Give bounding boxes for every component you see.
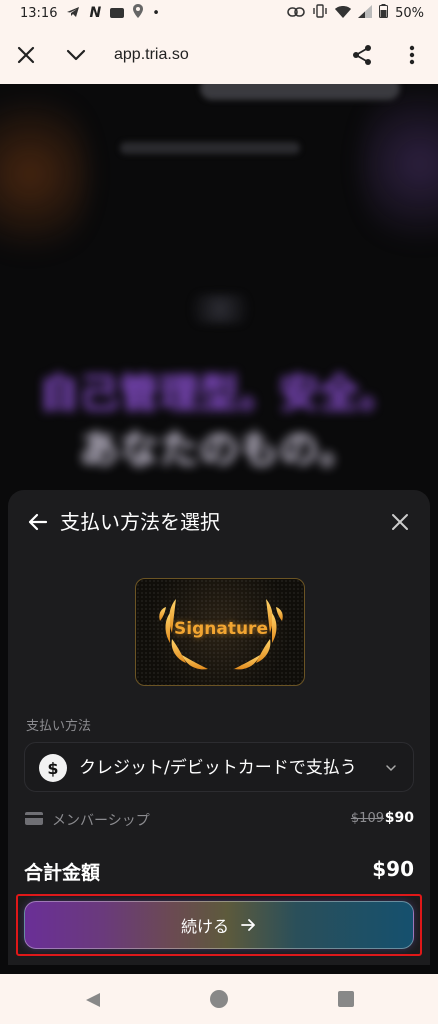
nav-back-icon[interactable] (84, 991, 102, 1009)
bg-headline: 自己管理型。安全。 あなたのもの。 (30, 366, 408, 478)
membership-row: メンバーシップ $109 $90 (24, 808, 414, 830)
signal-icon (358, 4, 373, 22)
bg-glow-left (0, 84, 90, 274)
total-row: 合計金額 $90 (24, 856, 414, 886)
sheet-title: 支払い方法を選択 (60, 510, 220, 534)
dot-icon: • (152, 5, 160, 21)
browser-toolbar: app.tria.so (0, 26, 438, 84)
continue-button[interactable]: 続ける (24, 901, 414, 949)
continue-label: 続ける (180, 917, 229, 936)
payment-method-value: クレジット/デビットカードで支払う (79, 758, 357, 778)
status-bar: 13:16 N • 50% (0, 0, 438, 26)
chevron-down-icon[interactable] (64, 43, 88, 67)
nav-recent-icon[interactable] (338, 991, 354, 1007)
battery-icon (379, 4, 389, 22)
sheet-header: 支払い方法を選択 (8, 490, 430, 554)
battery-percent: 50% (395, 5, 424, 21)
total-label: 合計金額 (24, 862, 101, 884)
bg-pill (200, 84, 400, 100)
payment-method-label: 支払い方法 (26, 719, 92, 734)
time-label: 13:16 (20, 5, 58, 21)
notification-icon (110, 8, 125, 18)
location-icon (133, 4, 144, 22)
current-price: $90 (384, 810, 414, 826)
link-icon (287, 6, 305, 21)
bg-headline-line2: あなたのもの。 (79, 427, 359, 473)
bg-logo (180, 294, 260, 324)
close-icon[interactable] (14, 43, 38, 67)
bg-headline-line1: 自己管理型。安全。 (39, 371, 399, 417)
url-display[interactable]: app.tria.so (114, 46, 189, 64)
arrow-right-icon (239, 916, 257, 934)
wifi-icon (335, 5, 352, 22)
back-arrow-icon[interactable] (26, 510, 50, 534)
vibrate-icon (312, 4, 328, 22)
payment-sheet: 支払い方法を選択 Signature 支払い方法 $ クレジット/デビットカード… (8, 490, 430, 965)
bg-line (120, 142, 300, 154)
close-icon[interactable] (388, 510, 412, 534)
payment-method-select[interactable]: $ クレジット/デビットカードで支払う (24, 742, 414, 792)
signature-card: Signature (135, 578, 305, 686)
nav-home-icon[interactable] (210, 990, 228, 1008)
membership-label: メンバーシップ (52, 813, 150, 829)
more-vert-icon[interactable] (400, 43, 424, 67)
system-nav-bar (0, 974, 438, 1024)
original-price: $109 (350, 811, 384, 826)
chevron-down-icon (383, 760, 399, 776)
card-icon (24, 810, 46, 828)
dollar-icon: $ (39, 754, 67, 782)
share-icon[interactable] (350, 43, 374, 67)
card-label: Signature (174, 619, 268, 639)
telegram-icon (66, 6, 80, 21)
total-value: $90 (372, 857, 414, 881)
bg-glow-right (360, 84, 438, 264)
n-app-icon: N (89, 5, 102, 21)
